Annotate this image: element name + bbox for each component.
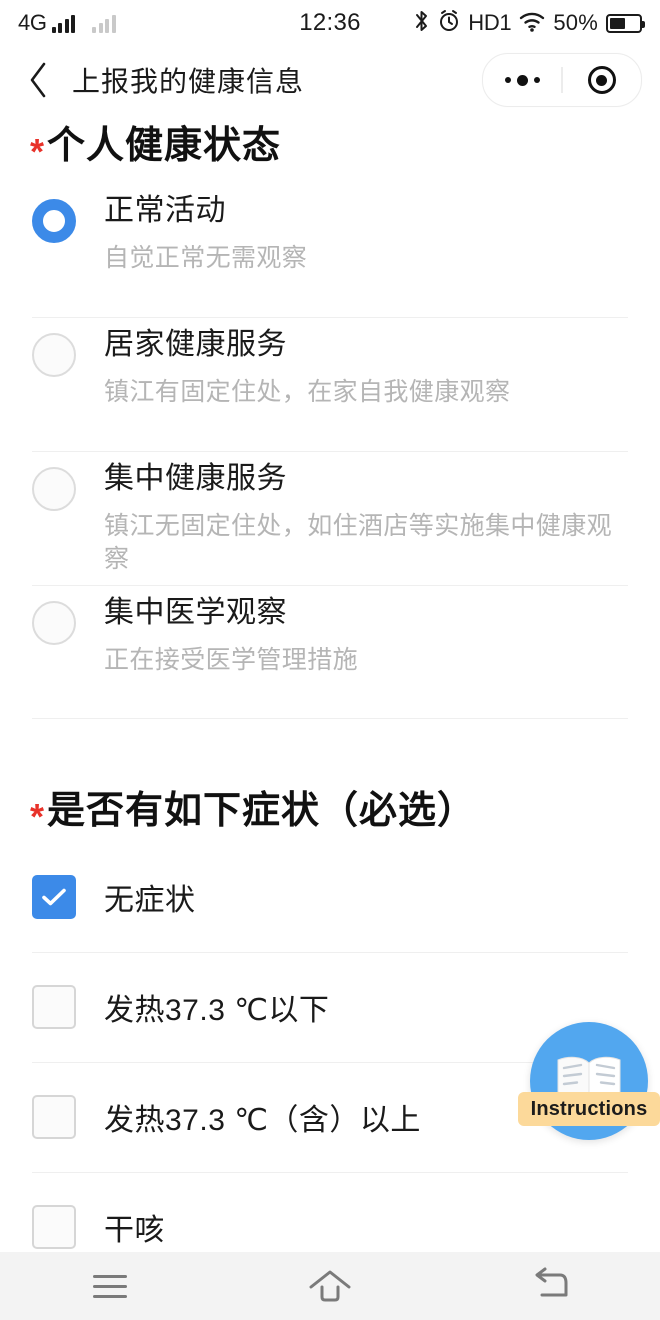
system-navigation-bar <box>0 1252 660 1320</box>
symptom-label: 无症状 <box>104 884 196 917</box>
signal-strength-icon <box>51 13 76 33</box>
option-sublabel: 正在接受医学管理措施 <box>104 646 359 674</box>
radio-button-icon[interactable] <box>32 601 76 645</box>
home-icon <box>309 1270 351 1302</box>
option-text: 集中医学观察 正在接受医学管理措施 <box>104 585 358 677</box>
back-button[interactable] <box>18 57 58 103</box>
status-bar-left: 4G <box>18 10 116 36</box>
bluetooth-icon <box>413 9 430 37</box>
navigation-bar: 上报我的健康信息 <box>0 46 660 114</box>
symptom-option-0[interactable]: 无症状 <box>0 842 660 952</box>
wechat-capsule-menu <box>482 53 642 107</box>
battery-percent-label: 50% <box>553 10 598 35</box>
hd-voice-label: HD1 <box>468 10 512 35</box>
symptoms-title-text: 是否有如下症状（必选） <box>47 790 477 832</box>
wifi-icon <box>519 11 545 36</box>
back-arrow-icon <box>535 1267 568 1297</box>
symptom-label: 发热37.3 ℃（含）以上 <box>104 1104 421 1137</box>
symptoms-section-title: * 是否有如下症状（必选） <box>0 779 660 837</box>
checkbox-icon[interactable] <box>32 875 76 919</box>
recent-apps-button[interactable] <box>50 1252 170 1320</box>
status-bar-right: HD1 50% <box>413 9 645 37</box>
option-sublabel: 镇江无固定住处，如住酒店等实施集中健康观察 <box>104 512 613 573</box>
back-chevron-icon <box>30 62 46 98</box>
alarm-icon <box>438 9 460 37</box>
signal-strength-secondary-icon <box>92 13 116 33</box>
health-status-title-text: 个人健康状态 <box>47 125 282 167</box>
network-type-label: 4G <box>18 10 47 35</box>
more-options-button[interactable] <box>483 54 561 106</box>
more-dots-icon <box>504 74 540 86</box>
health-status-section-title: * 个人健康状态 <box>0 114 660 172</box>
required-marker: * <box>30 796 46 837</box>
health-status-option-list: 正常活动 自觉正常无需观察 居家健康服务 镇江有固定住处，在家自我健康观察 集中… <box>0 183 660 719</box>
back-nav-button[interactable] <box>490 1252 610 1320</box>
option-text: 正常活动 自觉正常无需观察 <box>104 183 307 275</box>
checkbox-icon[interactable] <box>32 1095 76 1139</box>
instructions-floating-button[interactable]: Instructions <box>518 1022 660 1140</box>
option-text: 集中健康服务 镇江无固定住处，如住酒店等实施集中健康观察 <box>104 451 628 575</box>
radio-button-icon[interactable] <box>32 333 76 377</box>
option-sublabel: 镇江有固定住处，在家自我健康观察 <box>104 378 511 406</box>
option-sublabel: 自觉正常无需观察 <box>104 244 308 272</box>
option-label: 集中医学观察 <box>104 596 287 629</box>
radio-button-icon[interactable] <box>32 467 76 511</box>
close-miniprogram-button[interactable] <box>563 54 641 106</box>
required-marker: * <box>30 131 46 172</box>
checkbox-icon[interactable] <box>32 1205 76 1249</box>
status-bar: 4G 12:36 HD1 50% <box>0 0 660 46</box>
target-circle-icon <box>587 66 616 94</box>
phone-screen: 4G 12:36 HD1 50% 上报我的健康信息 * 个人健康状态 正常活动 … <box>0 0 660 1320</box>
checkbox-icon[interactable] <box>32 985 76 1029</box>
battery-icon <box>606 13 645 33</box>
option-text: 居家健康服务 镇江有固定住处，在家自我健康观察 <box>104 317 510 409</box>
menu-icon <box>93 1274 127 1298</box>
radio-button-icon[interactable] <box>32 199 76 243</box>
option-label: 正常活动 <box>104 194 226 227</box>
symptom-label: 干咳 <box>104 1214 165 1247</box>
symptom-option-3[interactable]: 干咳 <box>0 1172 660 1252</box>
page-title: 上报我的健康信息 <box>72 66 305 97</box>
health-status-option-3[interactable]: 集中医学观察 正在接受医学管理措施 <box>0 585 660 719</box>
option-label: 集中健康服务 <box>104 462 287 495</box>
instructions-button-label: Instructions <box>518 1092 660 1126</box>
option-label: 居家健康服务 <box>104 328 287 361</box>
symptom-label: 发热37.3 ℃以下 <box>104 994 330 1027</box>
symptoms-section: * 是否有如下症状（必选） 无症状 发热37.3 ℃以下 发热37.3 ℃（含）… <box>0 779 660 1252</box>
health-status-option-0[interactable]: 正常活动 自觉正常无需观察 <box>0 183 660 317</box>
health-status-option-1[interactable]: 居家健康服务 镇江有固定住处，在家自我健康观察 <box>0 317 660 451</box>
check-mark-icon <box>42 888 66 906</box>
health-status-option-2[interactable]: 集中健康服务 镇江无固定住处，如住酒店等实施集中健康观察 <box>0 451 660 585</box>
home-button[interactable] <box>270 1252 390 1320</box>
